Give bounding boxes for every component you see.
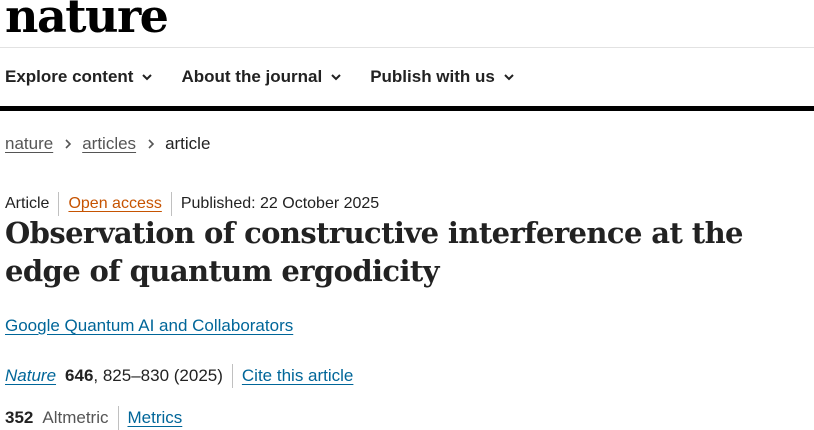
article-title: Observation of constructive interference… xyxy=(5,216,744,288)
chevron-right-icon xyxy=(148,139,155,149)
citation-divider xyxy=(231,364,233,388)
metrics-link[interactable]: Metrics xyxy=(128,408,183,428)
volume-number: 646 xyxy=(65,366,94,385)
open-access-link[interactable]: Open access xyxy=(68,195,161,213)
citation: Nature 646 , 825–830 (2025) Cite this ar… xyxy=(5,364,353,388)
published-date: Published: 22 October 2025 xyxy=(180,195,380,212)
nav-explore-content[interactable]: Explore content xyxy=(5,67,153,87)
breadcrumb-current: article xyxy=(165,134,211,153)
article-type: Article xyxy=(5,195,50,212)
article-metrics: 352 Altmetric Metrics xyxy=(5,406,182,430)
meta-divider xyxy=(58,192,60,216)
nav-publish-with-us-label: Publish with us xyxy=(370,67,495,86)
breadcrumb-nature[interactable]: nature xyxy=(5,134,53,154)
chevron-right-icon xyxy=(65,139,72,149)
metrics-divider xyxy=(117,406,119,430)
altmetric-label: Altmetric xyxy=(42,408,109,427)
authors-link[interactable]: Google Quantum AI and Collaborators xyxy=(5,316,293,336)
pages-year: , 825–830 (2025) xyxy=(93,366,223,385)
altmetric-count: 352 xyxy=(5,408,34,427)
chevron-down-icon xyxy=(331,74,341,81)
chevron-down-icon xyxy=(142,74,153,81)
nav-bottom-rule xyxy=(0,106,814,111)
meta-divider xyxy=(170,192,172,216)
nav-explore-content-label: Explore content xyxy=(5,67,134,86)
breadcrumb-articles[interactable]: articles xyxy=(82,134,136,154)
main-nav: Explore content About the journal Publis… xyxy=(5,64,543,90)
cite-this-article-link[interactable]: Cite this article xyxy=(242,366,353,386)
nav-about-journal-label: About the journal xyxy=(181,67,323,86)
chevron-down-icon xyxy=(504,74,514,81)
nav-publish-with-us[interactable]: Publish with us xyxy=(370,67,515,87)
breadcrumb: nature articles article xyxy=(5,133,210,155)
article-meta: Article Open access Published: 22 Octobe… xyxy=(5,192,379,216)
site-logo[interactable]: nature xyxy=(5,0,169,44)
header-divider xyxy=(0,47,814,48)
nav-about-journal[interactable]: About the journal xyxy=(181,67,342,87)
journal-link[interactable]: Nature xyxy=(5,366,56,386)
